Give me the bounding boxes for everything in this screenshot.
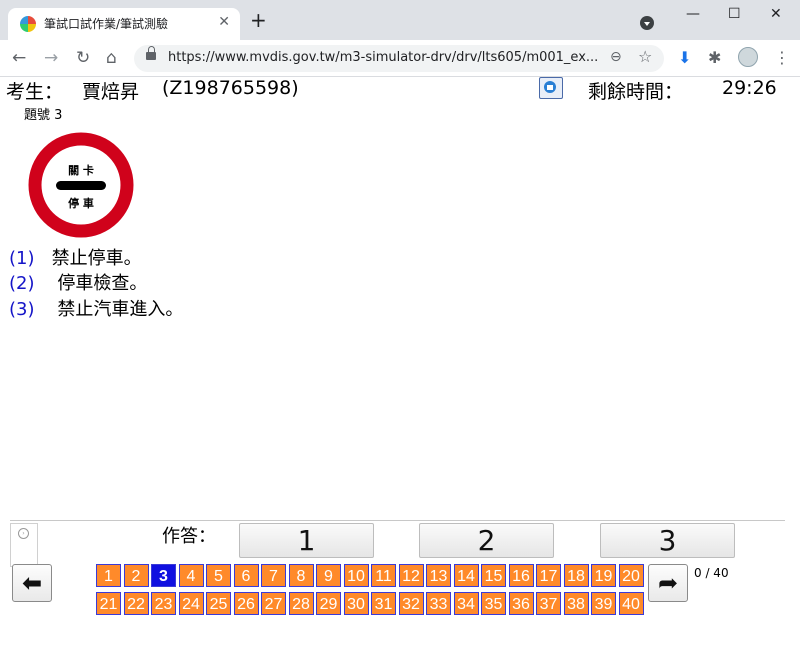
option-2[interactable]: (2) 停車檢查。 <box>9 269 147 295</box>
question-cell-17[interactable]: 17 <box>536 564 561 587</box>
answer-label: 作答： <box>162 526 216 547</box>
next-question-button[interactable]: ➦ <box>648 564 688 602</box>
option-1[interactable]: (1) 禁止停車。 <box>9 244 142 270</box>
question-cell-18[interactable]: 18 <box>563 564 589 587</box>
question-cell-33[interactable]: 33 <box>426 592 451 615</box>
forward-arrow-icon: ➦ <box>657 569 679 597</box>
bookmark-star-icon[interactable]: ☆ <box>638 47 652 66</box>
time-remaining-label: 剩餘時間： <box>588 81 684 103</box>
question-cell-30[interactable]: 30 <box>343 592 369 615</box>
sign-top-text: 關 卡 <box>68 163 94 177</box>
exam-page: 考生： 賈焙昇 (Z198765598) 剩餘時間： 29:26 題號 3 關 … <box>0 77 800 651</box>
question-cell-5[interactable]: 5 <box>206 564 231 587</box>
question-cell-4[interactable]: 4 <box>178 564 204 587</box>
extensions-icon[interactable]: ✱ <box>708 48 721 67</box>
question-cell-27[interactable]: 27 <box>261 592 286 615</box>
question-cell-10[interactable]: 10 <box>343 564 369 587</box>
question-cell-12[interactable]: 12 <box>398 564 424 587</box>
zoom-icon[interactable]: ⊖ <box>610 49 622 65</box>
browser-tab[interactable]: 筆試口試作業/筆試測驗 ✕ <box>8 8 240 40</box>
question-cell-13[interactable]: 13 <box>426 564 451 587</box>
option-text: 禁止汽車進入。 <box>57 299 184 320</box>
option-text: 禁止停車。 <box>51 248 142 269</box>
option-number: (3) <box>9 299 35 320</box>
question-cell-36[interactable]: 36 <box>508 592 534 615</box>
answered-progress: 0 / 40 <box>694 566 729 580</box>
browser-tabstrip: 筆試口試作業/筆試測驗 ✕ + — ☐ ✕ <box>0 0 800 40</box>
sign-bottom-text: 停 車 <box>68 196 94 210</box>
panel-divider <box>10 520 785 521</box>
side-panel-toggle[interactable]: › <box>10 523 38 567</box>
browser-toolbar: ← → ↻ ⌂ https://www.mvdis.gov.tw/m3-simu… <box>0 40 800 77</box>
maximize-icon[interactable]: ☐ <box>728 6 741 22</box>
window-close-icon[interactable]: ✕ <box>770 6 782 22</box>
question-cell-11[interactable]: 11 <box>371 564 396 587</box>
question-cell-39[interactable]: 39 <box>591 592 616 615</box>
question-cell-24[interactable]: 24 <box>178 592 204 615</box>
answer-button-2[interactable]: 2 <box>419 523 554 558</box>
back-arrow-icon: ⬅ <box>21 569 43 597</box>
lock-icon[interactable] <box>146 46 156 60</box>
home-icon <box>544 81 556 93</box>
question-cell-28[interactable]: 28 <box>288 592 314 615</box>
question-cell-34[interactable]: 34 <box>453 592 479 615</box>
question-cell-29[interactable]: 29 <box>316 592 341 615</box>
answer-button-3[interactable]: 3 <box>600 523 735 558</box>
reload-icon[interactable]: ↻ <box>76 48 90 68</box>
question-cell-37[interactable]: 37 <box>536 592 561 615</box>
traffic-sign-image: 關 卡 停 車 <box>28 132 134 238</box>
option-number: (2) <box>9 273 35 294</box>
time-remaining-value: 29:26 <box>722 77 777 99</box>
answer-button-1[interactable]: 1 <box>239 523 374 558</box>
candidate-name: 賈焙昇 <box>82 81 140 103</box>
sign-bar <box>56 181 106 190</box>
question-cell-6[interactable]: 6 <box>233 564 259 587</box>
download-icon[interactable]: ⬇ <box>678 48 691 67</box>
tab-title: 筆試口試作業/筆試測驗 <box>44 17 169 31</box>
question-cell-2[interactable]: 2 <box>123 564 149 587</box>
question-cell-22[interactable]: 22 <box>123 592 149 615</box>
question-cell-7[interactable]: 7 <box>261 564 286 587</box>
question-cell-20[interactable]: 20 <box>618 564 644 587</box>
option-3[interactable]: (3) 禁止汽車進入。 <box>9 295 183 321</box>
question-cell-8[interactable]: 8 <box>288 564 314 587</box>
question-cell-40[interactable]: 40 <box>618 592 644 615</box>
tab-search-icon[interactable] <box>640 16 654 30</box>
expand-icon: › <box>18 528 29 539</box>
question-cell-35[interactable]: 35 <box>481 592 506 615</box>
question-cell-19[interactable]: 19 <box>591 564 616 587</box>
question-cell-38[interactable]: 38 <box>563 592 589 615</box>
candidate-id: (Z198765598) <box>162 77 299 99</box>
profile-avatar[interactable] <box>738 47 758 67</box>
tab-close-icon[interactable]: ✕ <box>218 14 230 30</box>
question-cell-16[interactable]: 16 <box>508 564 534 587</box>
question-cell-15[interactable]: 15 <box>481 564 506 587</box>
home-button[interactable] <box>539 77 563 99</box>
back-icon[interactable]: ← <box>12 48 26 68</box>
new-tab-icon[interactable]: + <box>250 8 267 32</box>
candidate-label: 考生： <box>6 81 64 103</box>
minimize-icon[interactable]: — <box>686 6 700 22</box>
prev-question-button[interactable]: ⬅ <box>12 564 52 602</box>
forward-icon[interactable]: → <box>44 48 58 68</box>
question-cell-31[interactable]: 31 <box>371 592 396 615</box>
question-cell-26[interactable]: 26 <box>233 592 259 615</box>
site-favicon-icon <box>20 16 36 32</box>
question-number: 題號 3 <box>24 108 63 123</box>
question-cell-9[interactable]: 9 <box>316 564 341 587</box>
address-bar[interactable]: https://www.mvdis.gov.tw/m3-simulator-dr… <box>134 45 664 72</box>
home-icon[interactable]: ⌂ <box>106 48 117 68</box>
question-cell-14[interactable]: 14 <box>453 564 479 587</box>
question-cell-3[interactable]: 3 <box>151 564 176 587</box>
option-text: 停車檢查。 <box>57 273 148 294</box>
question-cell-1[interactable]: 1 <box>96 564 121 587</box>
question-cell-32[interactable]: 32 <box>398 592 424 615</box>
url-text[interactable]: https://www.mvdis.gov.tw/m3-simulator-dr… <box>168 50 598 65</box>
question-cell-23[interactable]: 23 <box>151 592 176 615</box>
question-cell-25[interactable]: 25 <box>206 592 231 615</box>
menu-icon[interactable]: ⋮ <box>774 48 790 67</box>
question-cell-21[interactable]: 21 <box>96 592 121 615</box>
option-number: (1) <box>9 248 35 269</box>
